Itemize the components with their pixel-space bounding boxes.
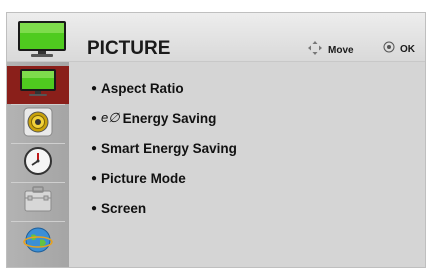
sidebar-item-time[interactable]: [7, 144, 69, 182]
menu-item-label: Aspect Ratio: [101, 80, 184, 96]
clock-icon: [23, 146, 53, 181]
move-hint: Move: [307, 40, 354, 61]
menu-item-label: Smart Energy Saving: [101, 140, 237, 156]
menu-item-picture-mode[interactable]: ● Picture Mode: [91, 163, 237, 193]
menu-item-label: Screen: [101, 200, 147, 216]
sidebar-item-setup[interactable]: [7, 183, 69, 221]
sidebar-item-picture[interactable]: [7, 66, 69, 104]
energy-saving-icon: e∅: [101, 110, 120, 125]
menu-header: PICTURE Move OK: [7, 13, 425, 62]
menu-item-aspect-ratio[interactable]: ● Aspect Ratio: [91, 73, 237, 103]
ok-hint-label: OK: [400, 43, 415, 55]
page-title: PICTURE: [87, 38, 171, 59]
bullet: ●: [91, 142, 98, 154]
menu-item-label: Picture Mode: [101, 170, 186, 186]
menu-item-label: Energy Saving: [122, 110, 217, 126]
speaker-icon: [23, 107, 53, 142]
monitor-icon: [17, 20, 67, 63]
sidebar-divider: [11, 221, 65, 222]
toolbox-icon: [23, 185, 53, 220]
picture-options-list: ● Aspect Ratio ● e∅ Energy Saving ● Smar…: [91, 73, 237, 223]
menu-item-screen[interactable]: ● Screen: [91, 193, 237, 223]
sidebar-item-audio[interactable]: [7, 105, 69, 143]
monitor-icon: [19, 68, 57, 103]
bullet: ●: [91, 112, 98, 124]
category-sidebar: [7, 62, 69, 267]
ok-circle-icon: [383, 40, 395, 58]
globe-icon: [23, 225, 53, 260]
bullet: ●: [91, 172, 98, 184]
move-hint-label: Move: [328, 45, 354, 56]
picture-menu-panel: PICTURE Move OK ● Aspect Ratio ● e∅ Ener…: [6, 12, 426, 268]
bullet: ●: [91, 202, 98, 214]
ok-hint: OK: [383, 40, 415, 58]
bullet: ●: [91, 82, 98, 94]
four-arrows-icon: [307, 40, 323, 61]
menu-item-smart-energy-saving[interactable]: ● Smart Energy Saving: [91, 133, 237, 163]
sidebar-item-network[interactable]: [7, 223, 69, 261]
menu-item-energy-saving[interactable]: ● e∅ Energy Saving: [91, 103, 237, 133]
